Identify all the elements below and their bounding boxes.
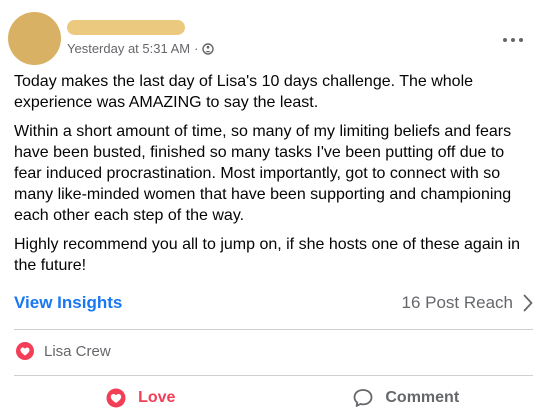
globe-icon[interactable] [202, 42, 215, 55]
love-label: Love [138, 389, 176, 406]
insights-row: View Insights 16 Post Reach [14, 290, 533, 316]
avatar[interactable] [8, 12, 61, 65]
divider [14, 375, 533, 376]
chevron-right-icon [523, 294, 533, 312]
post-paragraph: Within a short amount of time, so many o… [14, 123, 512, 224]
comment-label: Comment [385, 389, 460, 406]
divider [14, 329, 533, 330]
author-name-redacted[interactable] [67, 20, 185, 35]
comment-icon [353, 389, 373, 407]
post-text: Today makes the last day of Lisa's 10 da… [14, 71, 536, 284]
meta-separator: · [194, 41, 199, 56]
love-button[interactable]: Love [8, 381, 274, 415]
post-reach-label: 16 Post Reach [401, 293, 513, 312]
post-paragraph: Highly recommend you all to jump on, if … [14, 236, 521, 274]
comment-button[interactable]: Comment [274, 381, 540, 415]
reactions-summary[interactable]: Lisa Crew [16, 342, 111, 360]
post-meta: Yesterday at 5:31 AM · [67, 41, 215, 56]
post-reach-button[interactable]: 16 Post Reach [401, 293, 533, 313]
post-timestamp[interactable]: Yesterday at 5:31 AM [67, 41, 190, 56]
view-insights-link[interactable]: View Insights [14, 293, 122, 313]
heart-reaction-icon [16, 342, 34, 360]
reactions-label: Lisa Crew [44, 342, 111, 360]
heart-icon [106, 388, 126, 408]
action-bar: Love Comment [8, 381, 539, 415]
more-options-icon[interactable] [503, 33, 523, 47]
post-paragraph: Today makes the last day of Lisa's 10 da… [14, 73, 474, 111]
